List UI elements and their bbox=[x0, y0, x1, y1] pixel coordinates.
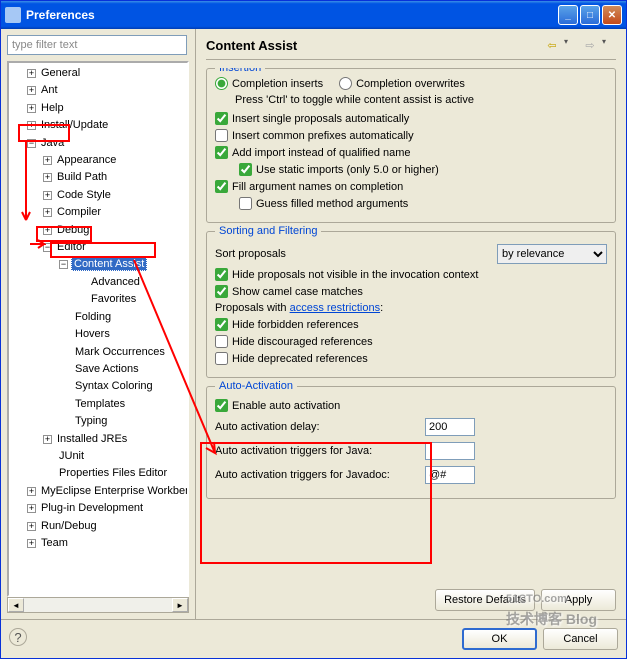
tree-item-java[interactable]: −Java bbox=[11, 135, 185, 152]
access-restrictions-text: Proposals with access restrictions: bbox=[215, 302, 607, 314]
tree-toggle-icon[interactable]: + bbox=[27, 487, 36, 496]
help-icon[interactable]: ? bbox=[9, 628, 27, 646]
tree-item-compiler[interactable]: +Compiler bbox=[11, 204, 185, 221]
hide-discouraged-check[interactable]: Hide discouraged references bbox=[215, 335, 607, 348]
add-import-check[interactable]: Add import instead of qualified name bbox=[215, 146, 607, 159]
tree-item-code-style[interactable]: +Code Style bbox=[11, 187, 185, 204]
tree-item-installed-jres[interactable]: +Installed JREs bbox=[11, 431, 185, 448]
tree-item-build-path[interactable]: +Build Path bbox=[11, 169, 185, 186]
tree-item-advanced[interactable]: Advanced bbox=[11, 274, 185, 291]
tree-toggle-icon[interactable]: + bbox=[27, 539, 36, 548]
close-button[interactable]: ✕ bbox=[602, 5, 622, 25]
tree-toggle-icon[interactable]: + bbox=[27, 522, 36, 531]
restore-defaults-button[interactable]: Restore Defaults bbox=[435, 589, 535, 611]
hide-forbidden-check[interactable]: Hide forbidden references bbox=[215, 318, 607, 331]
group-title: Sorting and Filtering bbox=[215, 225, 321, 237]
static-imports-check[interactable]: Use static imports (only 5.0 or higher) bbox=[239, 163, 607, 176]
toggle-hint: Press 'Ctrl' to toggle while content ass… bbox=[215, 94, 607, 106]
tree-toggle-icon[interactable]: + bbox=[27, 504, 36, 513]
javadoc-triggers-label: Auto activation triggers for Javadoc: bbox=[215, 469, 425, 481]
delay-input[interactable] bbox=[425, 418, 475, 436]
tree-item-debug[interactable]: +Debug bbox=[11, 222, 185, 239]
tree-item-install-update[interactable]: +Install/Update bbox=[11, 117, 185, 134]
fill-args-check[interactable]: Fill argument names on completion bbox=[215, 180, 607, 193]
tree-item-hovers[interactable]: Hovers bbox=[11, 326, 185, 343]
delay-label: Auto activation delay: bbox=[215, 421, 425, 433]
filter-input[interactable] bbox=[7, 35, 187, 55]
completion-inserts-radio[interactable]: Completion inserts bbox=[215, 77, 323, 90]
insert-single-check[interactable]: Insert single proposals automatically bbox=[215, 112, 607, 125]
scroll-right-icon[interactable]: ► bbox=[172, 598, 188, 612]
tree-item-appearance[interactable]: +Appearance bbox=[11, 152, 185, 169]
hide-not-visible-check[interactable]: Hide proposals not visible in the invoca… bbox=[215, 268, 607, 281]
tree-item-myeclipse-enterprise-workbench[interactable]: +MyEclipse Enterprise Workbench bbox=[11, 483, 185, 500]
tree-item-editor[interactable]: −Editor bbox=[11, 239, 185, 256]
tree-toggle-icon[interactable]: + bbox=[43, 208, 52, 217]
tree-toggle-icon[interactable]: − bbox=[43, 243, 52, 252]
tree-item-folding[interactable]: Folding bbox=[11, 309, 185, 326]
tree-item-run-debug[interactable]: +Run/Debug bbox=[11, 518, 185, 535]
tree-item-templates[interactable]: Templates bbox=[11, 396, 185, 413]
tree-item-ant[interactable]: +Ant bbox=[11, 82, 185, 99]
java-triggers-label: Auto activation triggers for Java: bbox=[215, 445, 425, 457]
tree-toggle-icon[interactable]: + bbox=[43, 173, 52, 182]
apply-button[interactable]: Apply bbox=[541, 589, 616, 611]
guess-args-check[interactable]: Guess filled method arguments bbox=[239, 197, 607, 210]
back-icon[interactable]: ⇦ bbox=[544, 37, 560, 53]
camel-case-check[interactable]: Show camel case matches bbox=[215, 285, 607, 298]
tree-item-syntax-coloring[interactable]: Syntax Coloring bbox=[11, 378, 185, 395]
java-triggers-input[interactable] bbox=[425, 442, 475, 460]
tree-toggle-icon[interactable]: + bbox=[43, 156, 52, 165]
sort-select[interactable]: by relevance bbox=[497, 244, 607, 264]
tree-item-content-assist[interactable]: −Content Assist bbox=[11, 256, 185, 273]
tree-toggle-icon[interactable]: + bbox=[43, 191, 52, 200]
tree-item-team[interactable]: +Team bbox=[11, 535, 185, 552]
cancel-button[interactable]: Cancel bbox=[543, 628, 618, 650]
tree-toggle-icon[interactable]: + bbox=[27, 104, 36, 113]
page-title: Content Assist bbox=[206, 38, 544, 53]
tree-item-junit[interactable]: JUnit bbox=[11, 448, 185, 465]
scroll-left-icon[interactable]: ◄ bbox=[8, 598, 24, 612]
tree-toggle-icon[interactable]: + bbox=[27, 69, 36, 78]
forward-menu-icon[interactable]: ▾ bbox=[602, 37, 616, 51]
minimize-button[interactable]: _ bbox=[558, 5, 578, 25]
forward-icon[interactable]: ⇨ bbox=[582, 37, 598, 53]
tree-toggle-icon[interactable]: + bbox=[43, 226, 52, 235]
group-title: Insertion bbox=[215, 68, 265, 74]
auto-activation-group: Auto-Activation Enable auto activation A… bbox=[206, 386, 616, 499]
completion-overwrites-radio[interactable]: Completion overwrites bbox=[339, 77, 465, 90]
tree-item-save-actions[interactable]: Save Actions bbox=[11, 361, 185, 378]
insertion-group: Insertion Completion inserts Completion … bbox=[206, 68, 616, 223]
tree-toggle-icon[interactable]: + bbox=[27, 121, 36, 130]
insert-common-check[interactable]: Insert common prefixes automatically bbox=[215, 129, 607, 142]
app-icon bbox=[5, 7, 21, 23]
preferences-tree[interactable]: +General+Ant+Help+Install/Update−Java+Ap… bbox=[7, 61, 189, 597]
javadoc-triggers-input[interactable] bbox=[425, 466, 475, 484]
tree-item-help[interactable]: +Help bbox=[11, 100, 185, 117]
sorting-group: Sorting and Filtering Sort proposals by … bbox=[206, 231, 616, 378]
tree-toggle-icon[interactable]: − bbox=[59, 260, 68, 269]
hide-deprecated-check[interactable]: Hide deprecated references bbox=[215, 352, 607, 365]
tree-item-mark-occurrences[interactable]: Mark Occurrences bbox=[11, 344, 185, 361]
tree-toggle-icon[interactable]: + bbox=[27, 86, 36, 95]
tree-toggle-icon[interactable]: + bbox=[43, 435, 52, 444]
tree-item-properties-files-editor[interactable]: Properties Files Editor bbox=[11, 465, 185, 482]
window-title: Preferences bbox=[26, 8, 558, 22]
tree-item-typing[interactable]: Typing bbox=[11, 413, 185, 430]
tree-item-plug-in-development[interactable]: +Plug-in Development bbox=[11, 500, 185, 517]
sort-label: Sort proposals bbox=[215, 248, 497, 260]
tree-toggle-icon[interactable]: − bbox=[27, 139, 36, 148]
group-title: Auto-Activation bbox=[215, 380, 297, 392]
tree-item-favorites[interactable]: Favorites bbox=[11, 291, 185, 308]
tree-item-general[interactable]: +General bbox=[11, 65, 185, 82]
enable-auto-check[interactable]: Enable auto activation bbox=[215, 399, 607, 412]
titlebar: Preferences _ □ ✕ bbox=[1, 1, 626, 29]
horizontal-scrollbar[interactable]: ◄ ► bbox=[7, 597, 189, 613]
back-menu-icon[interactable]: ▾ bbox=[564, 37, 578, 51]
access-restrictions-link[interactable]: access restrictions bbox=[290, 302, 380, 314]
maximize-button[interactable]: □ bbox=[580, 5, 600, 25]
ok-button[interactable]: OK bbox=[462, 628, 537, 650]
